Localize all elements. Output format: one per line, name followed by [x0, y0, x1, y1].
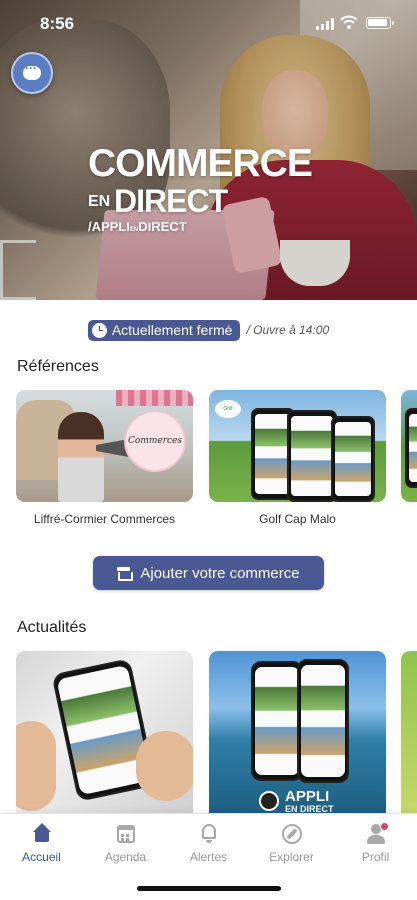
reference-name: Golf Cap Malo: [259, 512, 336, 526]
status-time: 8:56: [40, 14, 75, 33]
clock-icon: [91, 322, 107, 338]
calendar-icon: [114, 822, 138, 846]
store-icon: [117, 567, 134, 581]
news-title: Actualités: [17, 619, 87, 636]
news-brand: APPLI EN DIRECT: [285, 788, 334, 813]
tab-alertes[interactable]: Alertes: [167, 822, 250, 872]
news-card[interactable]: [16, 651, 193, 813]
home-indicator[interactable]: [137, 886, 281, 891]
hero-banner: COMMERCE EN DIRECT /APPLIENDIRECT: [0, 0, 417, 300]
bell-icon: [197, 822, 221, 846]
compass-icon: [280, 822, 304, 846]
closed-badge: Actuellement fermé: [87, 319, 241, 341]
tab-agenda[interactable]: Agenda: [84, 822, 167, 872]
reference-card[interactable]: Commerces Liffré-Cormier Commerces: [16, 390, 193, 526]
opening-status: Actuellement fermé / Ouvre à 14:00: [0, 318, 417, 342]
add-business-button[interactable]: Ajouter votre commerce: [93, 556, 324, 590]
chat-button[interactable]: [11, 52, 53, 94]
home-icon: [30, 822, 54, 846]
news-card[interactable]: APPLI EN DIRECT: [209, 651, 386, 813]
reference-image: Commerces: [16, 390, 193, 502]
opening-time: / Ouvre à 14:00: [246, 323, 330, 337]
wifi-icon: [340, 15, 358, 29]
notification-dot: [380, 822, 389, 831]
chat-icon: [23, 61, 41, 80]
news-card-partial[interactable]: [401, 651, 417, 813]
reference-card-partial[interactable]: [401, 390, 417, 502]
reference-name: Liffré-Cormier Commerces: [33, 512, 176, 526]
reference-image: Golf: [209, 390, 386, 502]
tab-accueil[interactable]: Accueil: [0, 822, 83, 872]
battery-icon: [366, 17, 394, 29]
app-logo-icon: [259, 791, 279, 811]
app-logo: COMMERCE EN DIRECT /APPLIENDIRECT: [88, 142, 313, 234]
references-title: Références: [17, 358, 99, 375]
tab-explorer[interactable]: Explorer: [250, 822, 333, 872]
signal-icon: [316, 18, 336, 30]
reference-card[interactable]: Golf Golf Cap Malo: [209, 390, 386, 526]
tab-profil[interactable]: Profil: [334, 822, 417, 872]
status-bar: 8:56: [0, 0, 417, 44]
